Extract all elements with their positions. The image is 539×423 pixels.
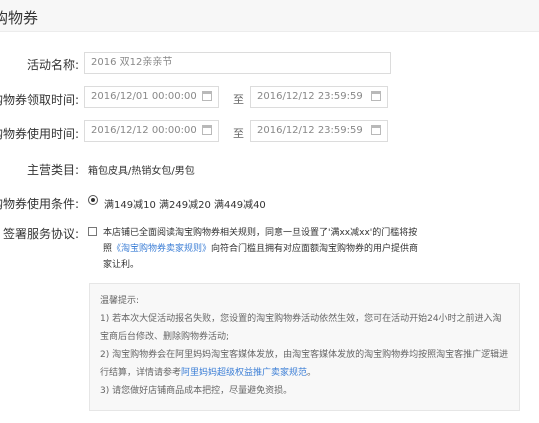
- category-value: 箱包皮具/热销女包/男包: [88, 166, 195, 177]
- calendar-icon[interactable]: [371, 91, 381, 101]
- receive-time-separator: 至: [233, 93, 244, 106]
- page-header: 购物券: [0, 0, 539, 32]
- use-start-date-value: 2016/12/12 00:00:00: [91, 125, 197, 136]
- receive-start-date-input[interactable]: 2016/12/01 00:00:00: [84, 86, 219, 108]
- calendar-icon[interactable]: [202, 125, 212, 135]
- radio-selected-dot: [91, 198, 95, 202]
- receive-end-date-value: 2016/12/12 23:59:59: [257, 91, 363, 102]
- receive-time-label: 购物券领取时间:: [0, 93, 79, 107]
- use-condition-label: 购物券使用条件:: [0, 197, 79, 211]
- page-title: 购物券: [0, 9, 39, 27]
- agreement-text: 本店铺已全面阅读淘宝购物券相关规则，同意一旦设置了'满xx减xx'的门槛将按照《…: [103, 225, 420, 273]
- receive-end-date-input[interactable]: 2016/12/12 23:59:59: [250, 86, 388, 108]
- promotion-rules-link[interactable]: 阿里妈妈超级权益推广卖家规范: [181, 368, 307, 378]
- activity-name-input[interactable]: 2016 双12亲亲节: [84, 52, 391, 74]
- calendar-icon[interactable]: [202, 91, 212, 101]
- tips-item-2: 2) 淘宝购物券会在阿里妈妈淘宝客媒体发放，由淘宝客媒体发放的淘宝购物券均按照淘…: [100, 346, 509, 382]
- tips-item-3: 3) 请您做好店铺商品成本把控，尽量避免资损。: [100, 386, 293, 396]
- use-time-label: 购物券使用时间:: [0, 127, 79, 141]
- use-start-date-input[interactable]: 2016/12/12 00:00:00: [84, 120, 219, 142]
- receive-start-date-value: 2016/12/01 00:00:00: [91, 91, 197, 102]
- agreement-checkbox[interactable]: [88, 227, 97, 236]
- calendar-icon[interactable]: [371, 125, 381, 135]
- use-condition-radio[interactable]: [88, 195, 98, 205]
- tips-item-1: 1) 若本次大促活动报名失败，您设置的淘宝购物券活动依然生效，您可在活动开始24…: [100, 314, 502, 342]
- use-end-date-value: 2016/12/12 23:59:59: [257, 125, 363, 136]
- use-condition-option[interactable]: 满149减10 满249减20 满449减40: [104, 196, 266, 211]
- tips-item-2-end: 。: [307, 368, 317, 378]
- agreement-label: 签署服务协议:: [2, 227, 79, 241]
- tips-title: 温馨提示:: [100, 296, 140, 306]
- category-label: 主营类目:: [26, 163, 79, 177]
- tips-box: 温馨提示: 1) 若本次大促活动报名失败，您设置的淘宝购物券活动依然生效，您可在…: [89, 283, 520, 411]
- use-time-separator: 至: [233, 127, 244, 140]
- activity-name-label: 活动名称:: [26, 58, 79, 72]
- seller-rules-link[interactable]: 《淘宝购物券卖家规则》: [112, 244, 211, 254]
- use-end-date-input[interactable]: 2016/12/12 23:59:59: [250, 120, 388, 142]
